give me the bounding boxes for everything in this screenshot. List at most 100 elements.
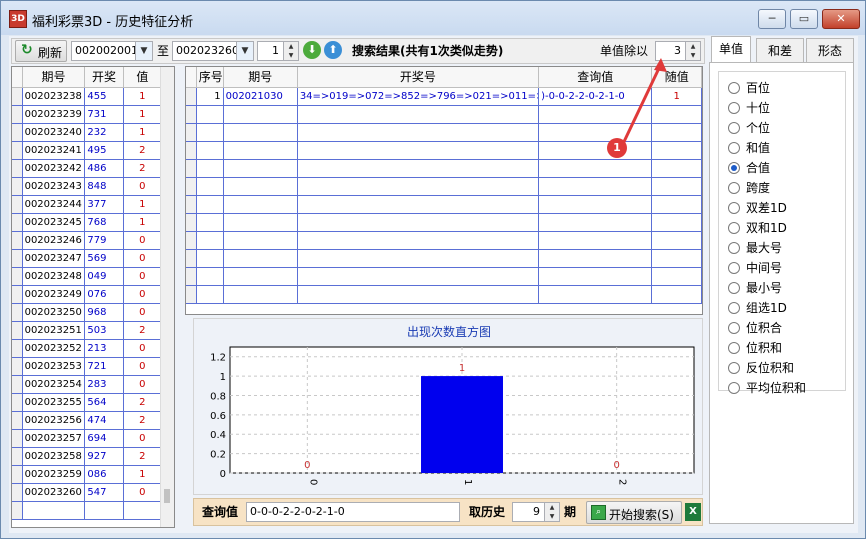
table-row[interactable]: 002023250 968 0 <box>12 303 163 322</box>
arrow-up-icon[interactable]: ⬆ <box>324 41 342 59</box>
refresh-button[interactable]: ↻ 刷新 <box>15 40 67 62</box>
history-table: 期号 开奖 值 002023238 455 1 002023239 731 1 002023… <box>11 66 175 528</box>
col-header-draw: 开奖 <box>84 67 124 88</box>
cell-value: 2 <box>123 393 163 412</box>
radio-option[interactable]: 十位 <box>728 98 770 118</box>
arrow-down-icon[interactable]: ⬇ <box>303 41 321 59</box>
radio-icon[interactable] <box>728 262 740 274</box>
row-indicator <box>12 447 23 466</box>
cell-period: 002023246 <box>22 231 86 250</box>
row-indicator <box>12 429 23 448</box>
row-indicator <box>12 339 23 358</box>
table-row[interactable]: 002023245 768 1 <box>12 213 163 232</box>
vertical-scrollbar[interactable] <box>160 67 174 527</box>
table-row[interactable]: 002023239 731 1 <box>12 105 163 124</box>
spin-arrows-icon[interactable]: ▲ ▼ <box>283 42 298 60</box>
radio-option[interactable]: 位积合 <box>728 318 782 338</box>
radio-icon[interactable] <box>728 282 740 294</box>
table-row[interactable]: 002023247 569 0 <box>12 249 163 268</box>
start-search-button[interactable]: ⌕ 开始搜索(S) <box>586 501 682 524</box>
table-row[interactable]: 002023240 232 1 <box>12 123 163 142</box>
cell-value: 0 <box>123 177 163 196</box>
radio-icon[interactable] <box>728 122 740 134</box>
table-row[interactable]: 002023253 721 0 <box>12 357 163 376</box>
history-spinner[interactable]: 9 ▲ ▼ <box>512 502 560 522</box>
radio-option[interactable]: 个位 <box>728 118 770 138</box>
table-row[interactable]: 002023251 503 2 <box>12 321 163 340</box>
cell-value: 0 <box>123 285 163 304</box>
radio-icon[interactable] <box>728 82 740 94</box>
radio-option[interactable]: 组选1D <box>728 298 787 318</box>
tab-sum-diff[interactable]: 和差 <box>756 38 804 62</box>
query-input[interactable]: 0-0-0-2-2-0-2-1-0 <box>246 502 460 522</box>
table-row[interactable]: 002023255 564 2 <box>12 393 163 412</box>
row-indicator <box>12 465 23 484</box>
table-row[interactable]: 002023252 213 0 <box>12 339 163 358</box>
radio-option[interactable]: 位积和 <box>728 338 782 358</box>
cell-value: 2 <box>123 159 163 178</box>
radio-option[interactable]: 双和1D <box>728 218 787 238</box>
radio-option[interactable]: 合值 <box>728 158 770 178</box>
radio-icon[interactable] <box>728 142 740 154</box>
chevron-down-icon[interactable]: ▼ <box>135 42 152 60</box>
table-row[interactable]: 002023256 474 2 <box>12 411 163 430</box>
radio-icon[interactable] <box>728 242 740 254</box>
refresh-label: 刷新 <box>38 46 63 60</box>
maximize-button[interactable]: ▭ <box>790 9 818 29</box>
table-row[interactable]: 002023258 927 2 <box>12 447 163 466</box>
tab-pattern[interactable]: 形态 <box>806 38 854 62</box>
scrollbar-thumb[interactable] <box>164 489 170 503</box>
table-row[interactable]: 002023257 694 0 <box>12 429 163 448</box>
close-button[interactable]: ✕ <box>822 9 860 29</box>
table-row[interactable]: 002023246 779 0 <box>12 231 163 250</box>
row-indicator <box>12 393 23 412</box>
radio-option[interactable]: 最大号 <box>728 238 782 258</box>
table-row[interactable]: 002023248 049 0 <box>12 267 163 286</box>
to-period-combo[interactable]: 002023260 ▼ <box>172 41 254 61</box>
radio-icon[interactable] <box>728 302 740 314</box>
tab-single-value[interactable]: 单值 <box>711 36 751 63</box>
radio-icon[interactable] <box>728 322 740 334</box>
spin-arrows-icon[interactable]: ▲ ▼ <box>544 503 559 521</box>
table-row[interactable]: 002023238 455 1 <box>12 87 163 106</box>
radio-icon[interactable] <box>728 342 740 354</box>
radio-option[interactable]: 反位积和 <box>728 358 794 378</box>
radio-option[interactable]: 百位 <box>728 78 770 98</box>
chevron-down-icon[interactable]: ▼ <box>236 42 253 60</box>
step-spinner[interactable]: 1 ▲ ▼ <box>257 41 299 61</box>
table-row[interactable]: 002023259 086 1 <box>12 465 163 484</box>
radio-icon[interactable] <box>728 222 740 234</box>
radio-icon[interactable] <box>728 162 740 174</box>
options-panel: 百位 十位 个位 和值 合值 跨度 双差1D 双和1D 最大号 中间号 最小号 组选1D 位积合 位积和反… <box>709 62 854 524</box>
table-row[interactable]: 002023243 848 0 <box>12 177 163 196</box>
table-row[interactable]: 002023260 547 0 <box>12 483 163 502</box>
radio-option[interactable]: 双差1D <box>728 198 787 218</box>
period-label: 期 <box>564 505 577 519</box>
radio-icon[interactable] <box>728 182 740 194</box>
spin-arrows-icon[interactable]: ▲ ▼ <box>685 42 700 60</box>
table-row[interactable]: 002023241 495 2 <box>12 141 163 160</box>
table-row[interactable]: 002023244 377 1 <box>12 195 163 214</box>
excel-export-icon[interactable]: X <box>685 503 701 521</box>
minimize-button[interactable]: ─ <box>758 9 786 29</box>
radio-icon[interactable] <box>728 362 740 374</box>
from-period-combo[interactable]: 002002001 ▼ <box>71 41 153 61</box>
start-search-label: 开始搜索(S) <box>609 508 674 522</box>
table-row[interactable]: 002023249 076 0 <box>12 285 163 304</box>
row-indicator <box>12 213 23 232</box>
cell-draw: 731 <box>84 105 124 124</box>
cell-value: 0 <box>123 357 163 376</box>
radio-option[interactable]: 和值 <box>728 138 770 158</box>
radio-icon[interactable] <box>728 102 740 114</box>
radio-option[interactable]: 跨度 <box>728 178 770 198</box>
radio-icon[interactable] <box>728 202 740 214</box>
table-row[interactable]: 002023254 283 0 <box>12 375 163 394</box>
cell-value: 0 <box>123 483 163 502</box>
radio-icon[interactable] <box>728 382 740 394</box>
radio-option[interactable]: 最小号 <box>728 278 782 298</box>
app-window: 3D 福利彩票3D - 历史特征分析 ─ ▭ ✕ ↻ 刷新 002002001 … <box>0 0 866 539</box>
radio-option[interactable]: 平均位积和 <box>728 378 806 398</box>
window-title: 福利彩票3D - 历史特征分析 <box>32 15 194 30</box>
radio-option[interactable]: 中间号 <box>728 258 782 278</box>
table-row[interactable]: 002023242 486 2 <box>12 159 163 178</box>
